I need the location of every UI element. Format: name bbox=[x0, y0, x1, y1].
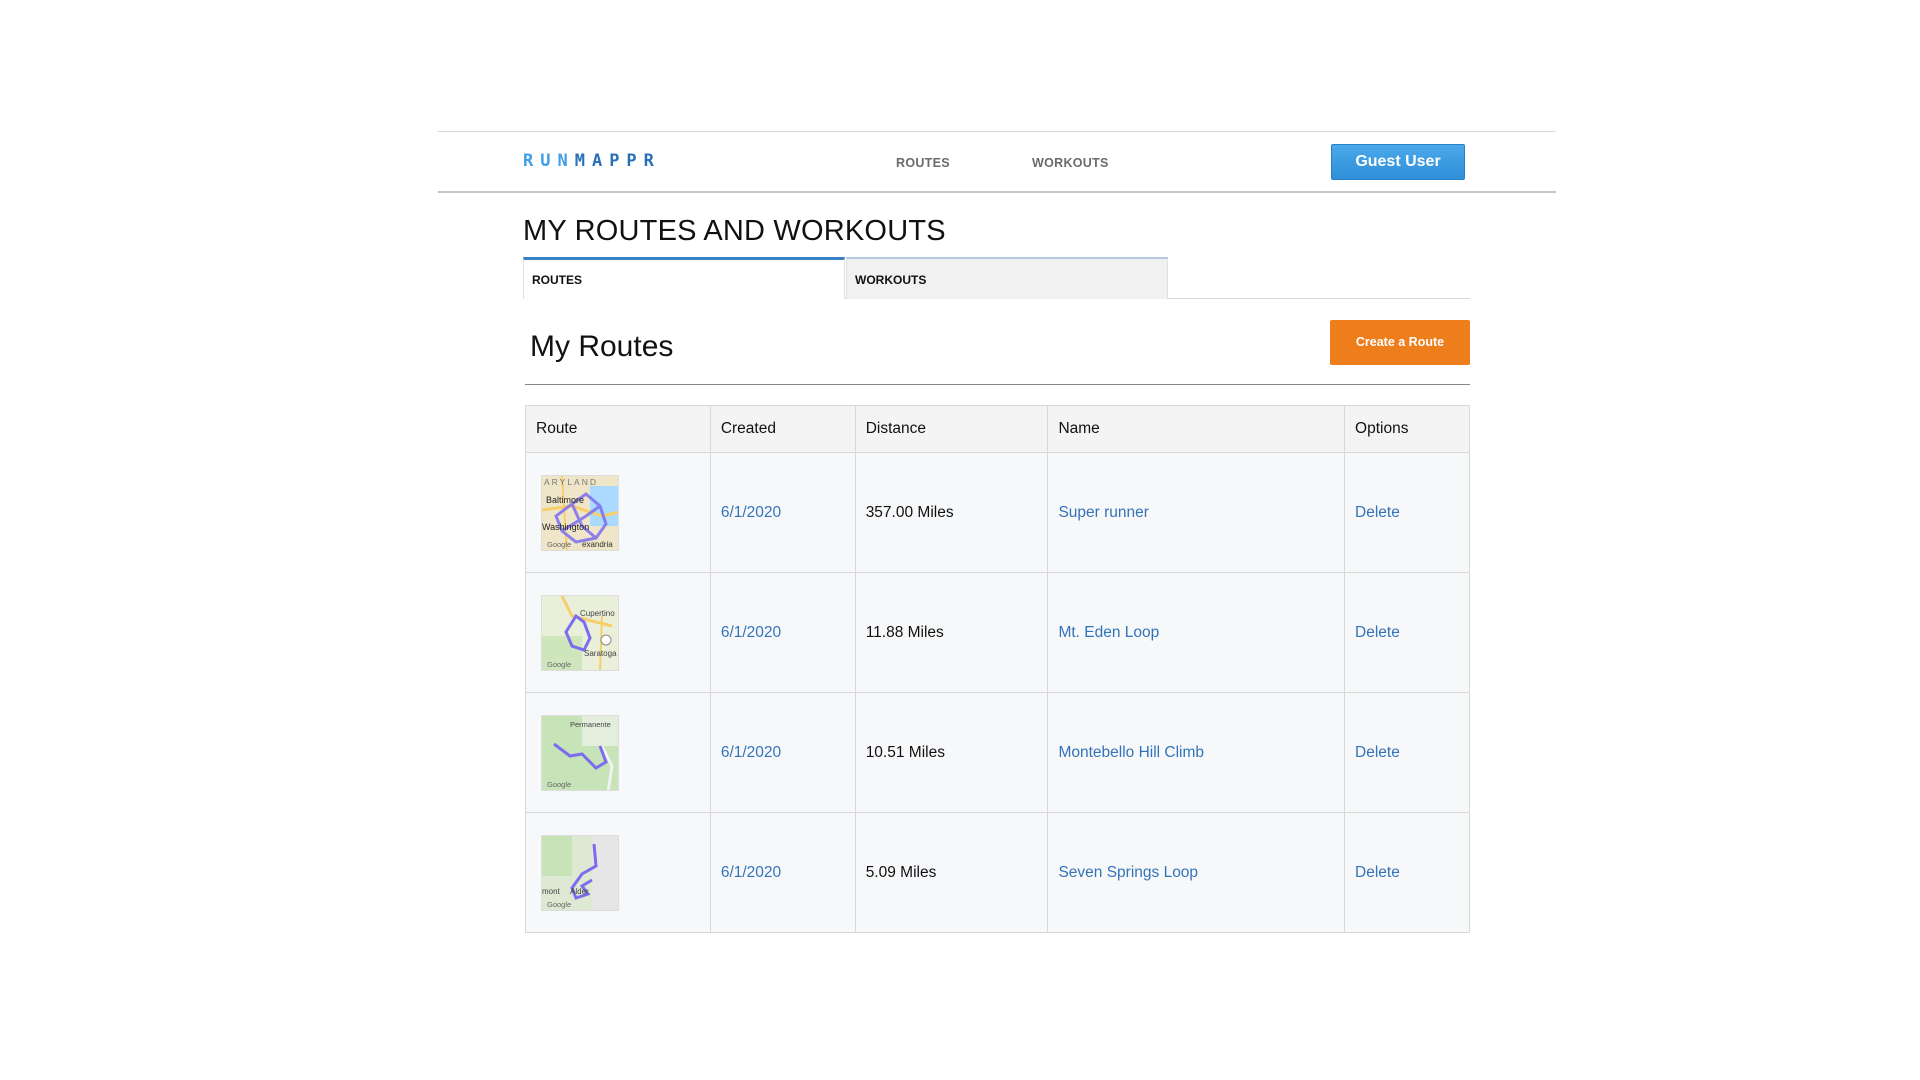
logo-text-run: RUN bbox=[523, 151, 575, 171]
map-graphic: mont Alder Google bbox=[542, 835, 618, 910]
guest-user-button[interactable]: Guest User bbox=[1331, 144, 1465, 180]
section-divider bbox=[525, 384, 1470, 385]
route-cell: Permanente Google bbox=[525, 692, 711, 813]
map-label: exandria bbox=[582, 540, 613, 549]
section-title: My Routes bbox=[530, 330, 674, 363]
name-cell: Seven Springs Loop bbox=[1047, 812, 1346, 933]
routes-table: Route Created Distance Name Options ARYL… bbox=[525, 405, 1470, 933]
nav-workouts-link[interactable]: WORKOUTS bbox=[1032, 156, 1109, 170]
create-route-button[interactable]: Create a Route bbox=[1330, 320, 1470, 365]
table-row: mont Alder Google 6/1/2020 5.09 Miles Se… bbox=[525, 812, 1470, 933]
delete-route-link[interactable]: Delete bbox=[1355, 864, 1400, 881]
route-cell: Cupertino Saratoga Google bbox=[525, 572, 711, 693]
route-cell: ARYLAND Baltimore Washington Google exan… bbox=[525, 452, 711, 573]
page-title: MY ROUTES AND WORKOUTS bbox=[523, 215, 946, 247]
map-label: Washington bbox=[542, 522, 589, 532]
created-date-link[interactable]: 6/1/2020 bbox=[721, 744, 781, 761]
delete-route-link[interactable]: Delete bbox=[1355, 744, 1400, 761]
tab-workouts[interactable]: WORKOUTS bbox=[846, 257, 1168, 299]
options-cell: Delete bbox=[1344, 572, 1470, 693]
route-map-thumbnail[interactable]: Cupertino Saratoga Google bbox=[541, 594, 619, 671]
distance-cell: 10.51 Miles bbox=[854, 692, 1049, 813]
table-row: Cupertino Saratoga Google 6/1/2020 11.88… bbox=[525, 572, 1470, 693]
distance-cell: 357.00 Miles bbox=[854, 452, 1049, 573]
route-name-link[interactable]: Seven Springs Loop bbox=[1058, 864, 1198, 881]
route-name-link[interactable]: Mt. Eden Loop bbox=[1058, 624, 1159, 641]
route-map-thumbnail[interactable]: mont Alder Google bbox=[541, 834, 619, 911]
map-label: Permanente bbox=[570, 720, 611, 729]
map-label: mont bbox=[542, 887, 561, 896]
options-cell: Delete bbox=[1344, 452, 1470, 573]
google-logo-text: Google bbox=[547, 660, 571, 669]
map-graphic: Cupertino Saratoga Google bbox=[542, 595, 618, 670]
created-date-link[interactable]: 6/1/2020 bbox=[721, 624, 781, 641]
top-header: RUNMAPPR ROUTES WORKOUTS Guest User bbox=[438, 131, 1556, 193]
delete-route-link[interactable]: Delete bbox=[1355, 504, 1400, 521]
column-header-distance: Distance bbox=[854, 405, 1049, 453]
distance-cell: 5.09 Miles bbox=[854, 812, 1049, 933]
column-header-created: Created bbox=[709, 405, 856, 453]
runmappr-logo[interactable]: RUNMAPPR bbox=[523, 151, 661, 171]
column-header-route: Route bbox=[525, 405, 711, 453]
map-label: Baltimore bbox=[546, 495, 584, 505]
created-date-link[interactable]: 6/1/2020 bbox=[721, 504, 781, 521]
map-label: ARYLAND bbox=[544, 477, 598, 487]
route-name-link[interactable]: Montebello Hill Climb bbox=[1058, 744, 1204, 761]
route-cell: mont Alder Google bbox=[525, 812, 711, 933]
created-date-link[interactable]: 6/1/2020 bbox=[721, 864, 781, 881]
route-name-link[interactable]: Super runner bbox=[1058, 504, 1148, 521]
name-cell: Montebello Hill Climb bbox=[1047, 692, 1346, 813]
google-logo-text: Google bbox=[547, 540, 571, 549]
nav-routes-link[interactable]: ROUTES bbox=[896, 156, 950, 170]
column-header-options: Options bbox=[1344, 405, 1470, 453]
created-cell: 6/1/2020 bbox=[709, 572, 856, 693]
column-header-name: Name bbox=[1047, 405, 1346, 453]
table-row: ARYLAND Baltimore Washington Google exan… bbox=[525, 452, 1470, 573]
table-row: Permanente Google 6/1/2020 10.51 Miles M… bbox=[525, 692, 1470, 813]
route-map-thumbnail[interactable]: ARYLAND Baltimore Washington Google exan… bbox=[541, 474, 619, 551]
table-header-row: Route Created Distance Name Options bbox=[525, 405, 1470, 453]
map-graphic: Permanente Google bbox=[542, 715, 618, 790]
map-label: Cupertino bbox=[580, 609, 615, 618]
google-logo-text: Google bbox=[547, 900, 571, 909]
map-graphic: ARYLAND Baltimore Washington Google exan… bbox=[542, 475, 618, 550]
created-cell: 6/1/2020 bbox=[709, 812, 856, 933]
created-cell: 6/1/2020 bbox=[709, 452, 856, 573]
route-map-thumbnail[interactable]: Permanente Google bbox=[541, 714, 619, 791]
name-cell: Super runner bbox=[1047, 452, 1346, 573]
map-label: Saratoga bbox=[584, 649, 617, 658]
google-logo-text: Google bbox=[547, 780, 571, 789]
delete-route-link[interactable]: Delete bbox=[1355, 624, 1400, 641]
options-cell: Delete bbox=[1344, 692, 1470, 813]
name-cell: Mt. Eden Loop bbox=[1047, 572, 1346, 693]
distance-cell: 11.88 Miles bbox=[854, 572, 1049, 693]
options-cell: Delete bbox=[1344, 812, 1470, 933]
tab-routes[interactable]: ROUTES bbox=[523, 257, 845, 299]
logo-text-mappr: MAPPR bbox=[574, 151, 661, 171]
map-label: Alder bbox=[570, 887, 589, 896]
created-cell: 6/1/2020 bbox=[709, 692, 856, 813]
